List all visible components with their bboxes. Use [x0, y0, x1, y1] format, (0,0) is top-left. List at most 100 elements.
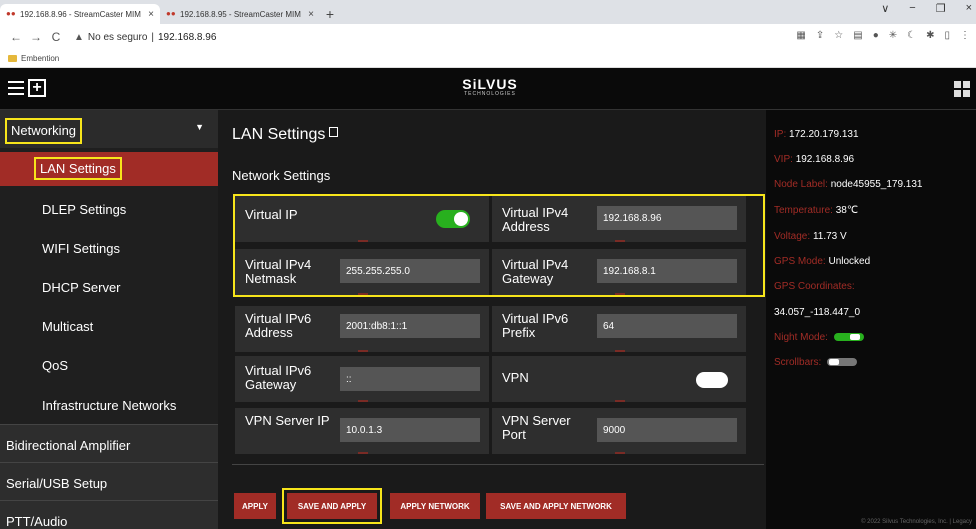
apply-button[interactable]: APPLY	[234, 493, 276, 519]
field-vpn-server-ip: VPN Server IP	[235, 408, 489, 454]
copyright-footer: © 2022 Silvus Technologies, Inc. | Legac…	[861, 519, 972, 525]
night-mode-toggle[interactable]	[833, 333, 864, 342]
sidebar-item-label: Serial/USB Setup	[6, 476, 108, 491]
field-label: Virtual IPv6 Address	[245, 311, 312, 340]
status-gps-coordinates: GPS Coordinates:	[774, 281, 855, 292]
sidebar-item-wifi-settings[interactable]: WIFI Settings	[42, 241, 212, 256]
sidebar-item-qos[interactable]: QoS	[42, 358, 212, 373]
share-icon[interactable]: ⇪	[816, 30, 824, 41]
main-content: LAN Settings Network Settings Virtual IP…	[218, 110, 766, 529]
save-and-apply-network-button[interactable]: SAVE AND APPLY NETWORK	[486, 493, 626, 519]
status-scrollbars: Scrollbars:	[774, 357, 858, 368]
new-tab-button[interactable]: +	[320, 4, 340, 24]
save-icon[interactable]	[329, 127, 339, 137]
sidebar-item-networking[interactable]: Networking ▼	[0, 110, 218, 148]
status-ip: IP: 172.20.179.131	[774, 129, 859, 140]
extension-icon[interactable]: ☾	[907, 30, 916, 41]
folder-icon	[8, 55, 17, 62]
grid-view-icon[interactable]	[954, 81, 970, 97]
tab-search-icon[interactable]: ∨	[881, 2, 889, 15]
vpn-server-port-input[interactable]	[597, 418, 737, 442]
sidepanel-icon[interactable]: ▯	[944, 30, 950, 41]
extension-icon[interactable]: ▤	[853, 30, 862, 41]
vpn-toggle[interactable]	[696, 372, 728, 388]
field-underline	[358, 452, 368, 454]
browser-tab-1[interactable]: ●● 192.168.8.96 - StreamCaster MIM ×	[0, 4, 160, 24]
divider	[232, 464, 764, 465]
puzzle-icon[interactable]: ✱	[926, 30, 934, 41]
status-night-mode: Night Mode:	[774, 332, 864, 343]
field-underline	[615, 350, 625, 352]
status-key: Temperature:	[774, 205, 833, 216]
status-key: GPS Mode:	[774, 256, 826, 267]
status-gps-mode: GPS Mode: Unlocked	[774, 256, 870, 267]
status-value: 11.73 V	[812, 231, 847, 242]
status-gps-value: 34.057_-118.447_0	[774, 307, 861, 318]
status-node-label: Node Label: node45955_179.131	[774, 179, 922, 190]
extension-icon[interactable]: ✳	[889, 30, 897, 41]
close-tab-icon[interactable]: ×	[308, 9, 314, 20]
virtual-ipv6-address-input[interactable]	[340, 314, 480, 338]
sidebar-item-dhcp-server[interactable]: DHCP Server	[42, 280, 212, 295]
sidebar-item-ptt-audio[interactable]: PTT/Audio	[0, 500, 218, 529]
scrollbars-toggle[interactable]	[827, 358, 858, 367]
virtual-ipv6-gateway-input[interactable]	[340, 367, 480, 391]
warning-icon: ▲	[74, 31, 84, 43]
menu-icon[interactable]: ⋮	[960, 30, 970, 41]
sidebar-item-infrastructure-networks[interactable]: Infrastructure Networks	[42, 398, 212, 413]
field-virtual-ipv6-address: Virtual IPv6 Address	[235, 306, 489, 352]
status-value: Unlocked	[828, 256, 871, 267]
status-value: 192.168.8.96	[795, 154, 855, 165]
status-key: GPS Coordinates:	[774, 281, 855, 292]
translate-icon[interactable]: ▦	[796, 30, 805, 41]
sidebar-item-lan-settings[interactable]: LAN Settings	[0, 152, 218, 186]
status-temperature: Temperature: 38℃	[774, 205, 858, 216]
url-field[interactable]: ▲ No es seguro | 192.168.8.96	[74, 32, 216, 43]
status-key: Scrollbars:	[774, 357, 822, 368]
silvus-logo: SiLVUS TECHNOLOGIES	[460, 76, 520, 97]
status-value: node45955_179.131	[830, 179, 923, 190]
reload-icon[interactable]: C	[46, 30, 66, 44]
bookmark-embention[interactable]: Embention	[21, 54, 59, 63]
bookmark-star-icon[interactable]: ☆	[834, 30, 843, 41]
status-value: 38℃	[835, 205, 859, 216]
highlight-box: LAN Settings	[34, 157, 122, 180]
caret-down-icon: ▼	[195, 122, 204, 132]
forward-icon[interactable]: →	[26, 30, 46, 44]
app-root: ●● 192.168.8.96 - StreamCaster MIM × ●● …	[0, 0, 976, 529]
minimize-button[interactable]: −	[909, 2, 915, 15]
vpn-server-ip-input[interactable]	[340, 418, 480, 442]
status-voltage: Voltage: 11.73 V	[774, 231, 847, 242]
maximize-button[interactable]: ❐	[936, 2, 946, 15]
logo-subtitle: TECHNOLOGIES	[464, 91, 516, 97]
toggle-knob	[849, 334, 860, 341]
field-underline	[358, 350, 368, 352]
url-text: 192.168.8.96	[158, 31, 217, 43]
virtual-ipv6-prefix-input[interactable]	[597, 314, 737, 338]
close-window-button[interactable]: ×	[966, 2, 972, 15]
sidebar-item-label: LAN Settings	[40, 161, 116, 176]
tab-title: 192.168.8.96 - StreamCaster MIM	[20, 9, 141, 19]
page-title-text: LAN Settings	[232, 126, 326, 143]
extension-icon[interactable]: ●	[873, 30, 879, 41]
apply-network-button[interactable]: APPLY NETWORK	[390, 493, 480, 519]
browser-tab-2[interactable]: ●● 192.168.8.95 - StreamCaster MIM ×	[160, 4, 320, 24]
toggle-knob	[829, 359, 840, 366]
extension-icons: ▦ ⇪ ☆ ▤ ● ✳ ☾ ✱ ▯ ⋮	[796, 30, 970, 41]
back-icon[interactable]: ←	[6, 30, 26, 44]
sidebar-item-dlep-settings[interactable]: DLEP Settings	[42, 202, 212, 217]
sidebar-item-label: PTT/Audio	[6, 514, 68, 529]
url-separator: |	[151, 31, 154, 43]
field-label: VPN	[502, 370, 529, 385]
sidebar-item-bidirectional-amplifier[interactable]: Bidirectional Amplifier	[0, 424, 218, 462]
sidebar-item-multicast[interactable]: Multicast	[42, 319, 212, 334]
status-vip: VIP: 192.168.8.96	[774, 154, 854, 165]
sidebar-item-serial-usb-setup[interactable]: Serial/USB Setup	[0, 462, 218, 500]
favicon-icon: ●●	[6, 9, 16, 18]
close-tab-icon[interactable]: ×	[148, 9, 154, 20]
add-icon[interactable]: +	[28, 79, 46, 97]
field-underline	[615, 400, 625, 402]
page-title: LAN Settings	[232, 126, 339, 144]
hamburger-menu-icon[interactable]	[8, 81, 24, 95]
save-and-apply-button[interactable]: SAVE AND APPLY	[287, 493, 377, 519]
